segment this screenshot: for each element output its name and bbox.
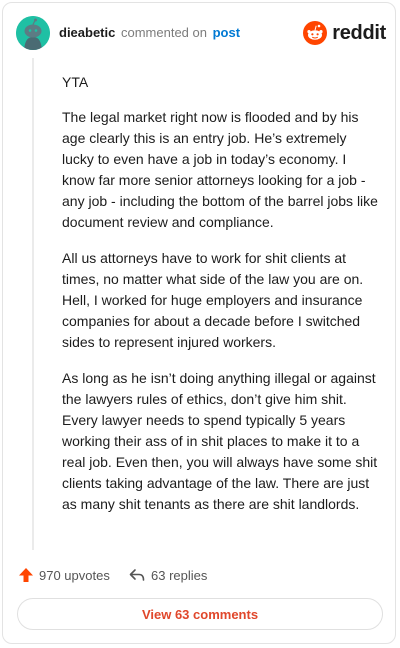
reddit-logo[interactable]: reddit [303,19,386,47]
comment-paragraph: The legal market right now is flooded an… [62,109,378,230]
comment-header: dieabetic commented on post reddit [16,16,386,50]
username-link[interactable]: dieabetic [59,25,115,40]
comment-paragraph: YTA [62,74,89,90]
post-link[interactable]: post [213,25,240,40]
upvote-arrow-icon [19,568,33,582]
snoo-avatar-icon [16,16,50,50]
reddit-wordmark: reddit [332,21,386,44]
comment-meta: dieabetic commented on post [59,25,240,40]
user-avatar[interactable] [16,16,50,50]
view-comments-button[interactable]: View 63 comments [17,598,383,630]
upvote-count: 970 upvotes [39,567,110,583]
upvote-button[interactable]: 970 upvotes [18,565,110,585]
comment-body: YTA The legal market right now is floode… [62,72,380,530]
thread-line[interactable] [32,58,34,550]
replies-button[interactable]: 63 replies [128,565,207,585]
reply-arrow-icon [129,569,145,581]
reddit-snoo-icon [303,21,328,45]
comment-paragraph: As long as he isn’t doing anything illeg… [62,370,378,512]
comment-paragraph: All us attorneys have to work for shit c… [62,250,364,350]
comment-actions: 970 upvotes 63 replies [18,565,386,585]
commented-on-text: commented on [120,25,207,40]
reply-count: 63 replies [151,567,208,583]
